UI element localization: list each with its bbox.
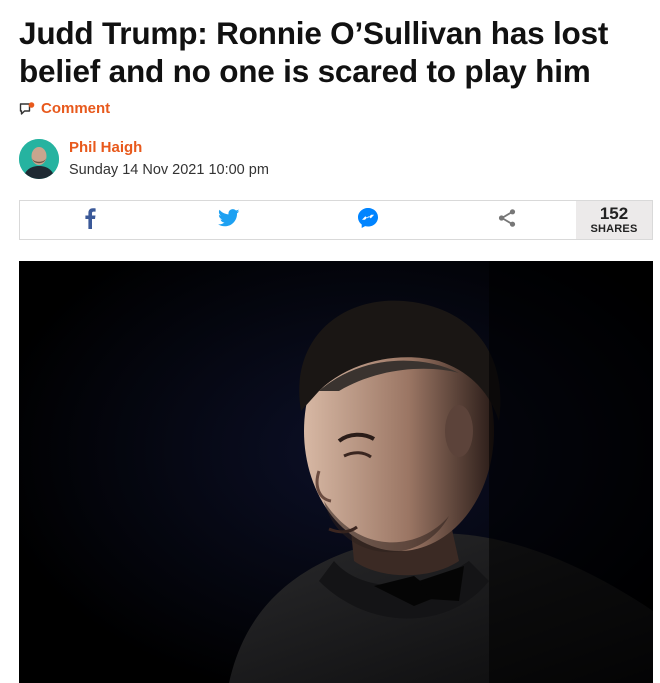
twitter-share-button[interactable]: [159, 201, 298, 239]
article-headline: Judd Trump: Ronnie O’Sullivan has lost b…: [19, 15, 609, 89]
share-bar: 152 SHARES: [19, 200, 653, 240]
share-count-label: SHARES: [590, 223, 638, 235]
twitter-icon: [217, 208, 240, 232]
comment-icon: [19, 101, 35, 116]
messenger-share-button[interactable]: [298, 201, 437, 239]
facebook-icon: [84, 207, 96, 234]
share-icon: [497, 208, 517, 233]
share-count: 152 SHARES: [576, 201, 652, 239]
author-byline: Phil Haigh Sunday 14 Nov 2021 10:00 pm: [19, 138, 269, 180]
hero-image: [19, 261, 653, 683]
messenger-icon: [357, 207, 379, 234]
generic-share-button[interactable]: [437, 201, 576, 239]
comment-label: Comment: [41, 100, 111, 117]
facebook-share-button[interactable]: [20, 201, 159, 239]
publish-date: Sunday 14 Nov 2021 10:00 pm: [69, 162, 269, 178]
author-avatar[interactable]: [19, 139, 59, 179]
comment-link[interactable]: Comment: [19, 100, 110, 117]
author-name[interactable]: Phil Haigh: [69, 138, 269, 158]
share-count-number: 152: [599, 204, 629, 223]
